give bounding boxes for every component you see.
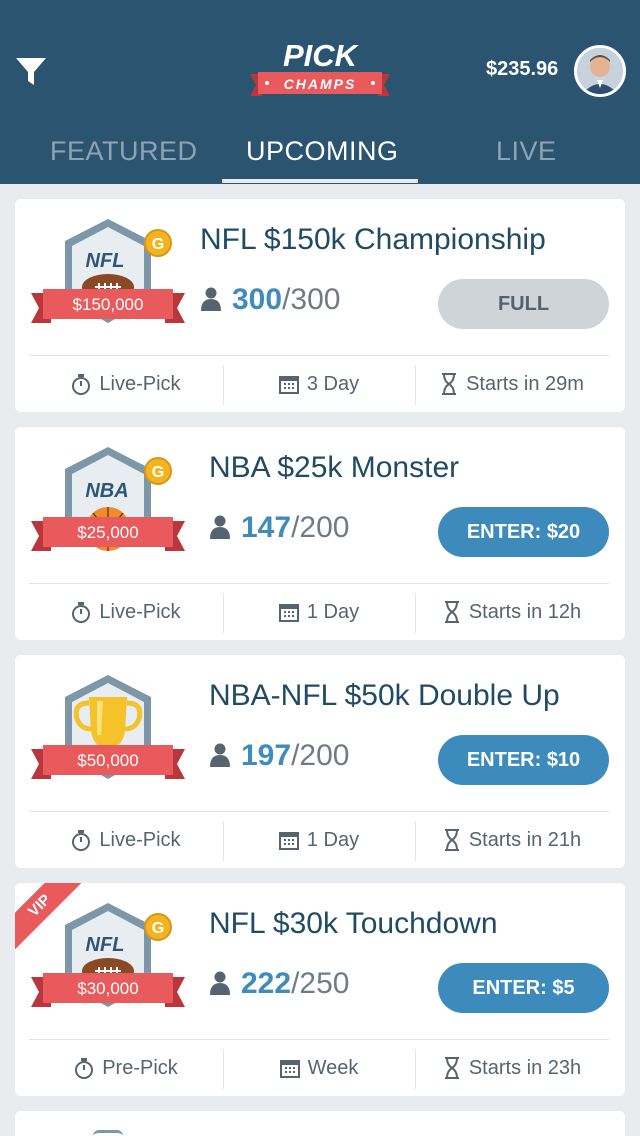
- contest-start: Starts in 29m: [415, 356, 609, 412]
- entries-current: 222: [241, 967, 292, 1000]
- tab-live[interactable]: LIVE: [496, 136, 557, 167]
- entries-max: /300: [282, 283, 341, 316]
- person-icon: [210, 971, 230, 995]
- stopwatch-icon: [72, 830, 91, 851]
- tab-featured[interactable]: FEATURED: [50, 136, 198, 167]
- svg-text:G: G: [152, 920, 164, 937]
- entries-count: 147/200: [209, 511, 349, 545]
- stopwatch-icon: [72, 602, 91, 623]
- contest-type: Pre-Pick: [29, 1040, 223, 1096]
- badge-prize: $50,000: [77, 751, 138, 770]
- hourglass-icon: [444, 601, 459, 623]
- contest-card[interactable]: NFL G $150,000 NFL $150k Championship 30…: [15, 199, 625, 412]
- badge-prize: $150,000: [73, 295, 144, 314]
- entries-max: /200: [291, 739, 350, 772]
- contest-card[interactable]: NBA G $25,000 NBA $25k Monster 147/200 E…: [15, 427, 625, 640]
- filter-icon[interactable]: [14, 54, 48, 88]
- contest-card[interactable]: [15, 1111, 625, 1136]
- active-tab-indicator: [222, 179, 418, 183]
- contest-start-label: Starts in 29m: [466, 372, 584, 395]
- hourglass-icon: [442, 373, 457, 395]
- contest-type-label: Live-Pick: [99, 600, 181, 623]
- enter-button[interactable]: ENTER: $20: [438, 507, 609, 557]
- contest-start-label: Starts in 12h: [468, 600, 582, 623]
- calendar-icon: [278, 604, 299, 622]
- enter-button[interactable]: ENTER: $5: [438, 963, 609, 1013]
- contest-title: NBA $25k Monster: [209, 451, 460, 484]
- contest-start: Starts in 12h: [415, 584, 609, 640]
- stopwatch-icon: [75, 1058, 94, 1079]
- contest-type-label: Live-Pick: [99, 372, 181, 395]
- contest-badge: NFL G $30,000: [29, 899, 187, 1027]
- contest-tabs: FEATURED UPCOMING LIVE: [0, 122, 640, 184]
- entries-current: 147: [241, 511, 292, 544]
- gold-coin-icon: G: [144, 229, 172, 257]
- full-button[interactable]: FULL: [438, 279, 609, 329]
- badge-league: NFL: [86, 250, 125, 272]
- contest-card[interactable]: NFL G $30,000 VIP NFL $30k Touchdown 222…: [15, 883, 625, 1096]
- hourglass-icon: [444, 1057, 459, 1079]
- app-header: PICK CHAMPS $235.96 FEATURED UPCOMING LI…: [0, 0, 640, 184]
- contest-type: Live-Pick: [29, 812, 223, 868]
- contest-duration-label: 3 Day: [306, 372, 360, 395]
- entries-count: 197/200: [209, 739, 349, 773]
- enter-button[interactable]: ENTER: $10: [438, 735, 609, 785]
- contest-duration: 1 Day: [223, 812, 415, 868]
- person-icon: [210, 743, 230, 767]
- contest-start-label: Starts in 23h: [468, 1056, 582, 1079]
- hourglass-icon: [444, 829, 459, 851]
- tab-upcoming[interactable]: UPCOMING: [246, 136, 399, 167]
- contest-start: Starts in 23h: [415, 1040, 609, 1096]
- contest-duration: Week: [223, 1040, 415, 1096]
- account-balance[interactable]: $235.96: [486, 58, 558, 81]
- entries-current: 300: [232, 283, 283, 316]
- contest-type: Live-Pick: [29, 584, 223, 640]
- stopwatch-icon: [72, 374, 91, 395]
- contest-title: NBA-NFL $50k Double Up: [209, 679, 560, 712]
- contest-title: NFL $150k Championship: [200, 223, 546, 256]
- contest-duration: 3 Day: [223, 356, 415, 412]
- svg-text:G: G: [152, 236, 164, 253]
- person-icon: [210, 515, 230, 539]
- entries-count: 300/300: [200, 283, 340, 317]
- contest-start: Starts in 21h: [415, 812, 609, 868]
- entries-count: 222/250: [209, 967, 349, 1001]
- contest-start-label: Starts in 21h: [468, 828, 582, 851]
- badge-league: NFL: [86, 934, 125, 956]
- person-icon: [201, 287, 221, 311]
- logo-top-text: PICK: [283, 38, 360, 73]
- calendar-icon: [278, 832, 299, 850]
- contest-badge: NBA G $25,000: [29, 443, 187, 571]
- entries-max: /250: [291, 967, 350, 1000]
- badge-prize: $25,000: [77, 523, 138, 542]
- contest-card[interactable]: $50,000 NBA-NFL $50k Double Up 197/200 E…: [15, 655, 625, 868]
- entries-current: 197: [241, 739, 292, 772]
- contest-duration: 1 Day: [223, 584, 415, 640]
- contest-type-label: Live-Pick: [99, 828, 181, 851]
- gold-coin-icon: G: [144, 913, 172, 941]
- badge-prize: $30,000: [77, 979, 138, 998]
- calendar-icon: [278, 376, 299, 394]
- entries-max: /200: [291, 511, 350, 544]
- contest-title: NFL $30k Touchdown: [209, 907, 498, 940]
- contest-badge: $50,000: [29, 671, 187, 799]
- contest-duration-label: 1 Day: [306, 600, 360, 623]
- badge-league: NBA: [85, 480, 128, 502]
- contest-type: Live-Pick: [29, 356, 223, 412]
- svg-text:G: G: [152, 464, 164, 481]
- user-avatar[interactable]: [574, 45, 626, 97]
- calendar-icon: [279, 1060, 300, 1078]
- contest-badge: NFL G $150,000: [29, 215, 187, 343]
- gold-coin-icon: G: [144, 457, 172, 485]
- contest-duration-label: 1 Day: [306, 828, 360, 851]
- contest-duration-label: Week: [307, 1056, 359, 1079]
- contest-type-label: Pre-Pick: [102, 1056, 178, 1079]
- pick-champs-logo: PICK CHAMPS: [248, 36, 392, 106]
- logo-bottom-text: CHAMPS: [284, 76, 357, 92]
- contest-badge: [93, 1130, 123, 1136]
